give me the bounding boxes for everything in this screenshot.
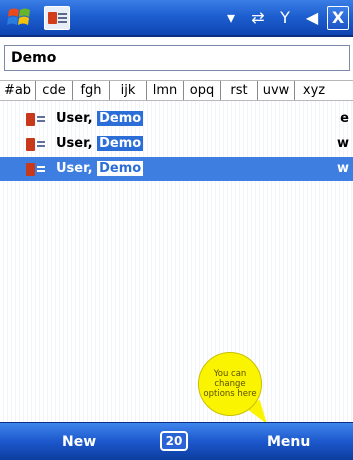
status-icons: ▾ ⇄ Y ◀ [222, 7, 321, 29]
list-item[interactable]: User, Demo w [0, 132, 353, 156]
tab-abc-4[interactable]: lmn [147, 81, 184, 100]
tooltip-text: You can change options here [203, 369, 257, 399]
list-item-selected[interactable]: User, Demo w [0, 157, 353, 181]
contact-name: User, Demo [56, 111, 144, 126]
contact-tag: w [336, 161, 349, 176]
search-input[interactable] [5, 46, 349, 70]
tab-abc-0[interactable]: #ab [0, 81, 36, 100]
contact-name: User, Demo [56, 161, 144, 176]
contact-tag: e [340, 111, 349, 126]
windows-start-icon[interactable] [6, 5, 34, 32]
tab-abc-7[interactable]: uvw [258, 81, 295, 100]
sync-arrows-icon[interactable]: ⇄ [249, 8, 267, 28]
tooltip-bubble: You can change options here [198, 352, 262, 416]
tab-abc-5[interactable]: opq [184, 81, 221, 100]
contact-list: User, Demo e User, Demo w User, Demo w [0, 101, 353, 422]
tab-abc-1[interactable]: cde [36, 81, 73, 100]
speaker-icon[interactable]: ◀ [303, 8, 321, 28]
contact-card-icon [26, 163, 48, 177]
keyboard-icon[interactable]: 20 [160, 431, 188, 451]
contact-card-icon [26, 113, 48, 127]
list-item[interactable]: User, Demo e [0, 107, 353, 131]
new-button[interactable]: New [62, 434, 96, 450]
contact-name: User, Demo [56, 136, 144, 151]
close-button[interactable]: X [327, 6, 349, 30]
search-field[interactable] [4, 45, 350, 71]
tab-abc-2[interactable]: fgh [73, 81, 110, 100]
menu-button[interactable]: Menu [267, 434, 310, 450]
tab-abc-6[interactable]: rst [221, 81, 258, 100]
tab-abc-3[interactable]: ijk [110, 81, 147, 100]
tab-abc-8[interactable]: xyz [295, 81, 333, 100]
soft-key-bar: New 20 Menu [0, 422, 353, 460]
contacts-icon [44, 6, 70, 30]
title-bar: ▾ ⇄ Y ◀ X [0, 0, 353, 37]
contact-card-icon [26, 138, 48, 152]
contact-tag: w [336, 136, 349, 151]
alphabet-tabs: #ab cde fgh ijk lmn opq rst uvw xyz [0, 80, 353, 101]
antenna-icon[interactable]: Y [276, 8, 294, 28]
signal-dropdown-icon[interactable]: ▾ [222, 8, 240, 28]
